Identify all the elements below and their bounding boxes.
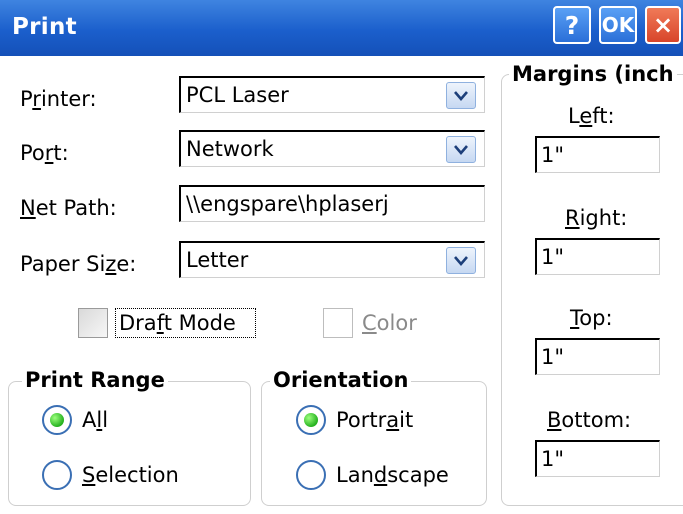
chevron-down-icon xyxy=(454,90,468,101)
margin-left-value: 1" xyxy=(541,143,565,167)
margin-bottom-input[interactable]: 1" xyxy=(535,440,660,477)
orientation-portrait-label[interactable]: Portrait xyxy=(336,408,413,432)
close-button[interactable]: × xyxy=(645,6,681,44)
paper-size-value: Letter xyxy=(186,248,249,272)
chevron-down-icon xyxy=(454,144,468,155)
color-checkbox xyxy=(323,308,353,338)
print-range-selection-label[interactable]: Selection xyxy=(82,463,179,487)
print-range-group xyxy=(8,381,251,506)
margin-left-label: Left: xyxy=(568,104,615,128)
port-dropdown-button[interactable] xyxy=(446,136,476,163)
color-label: Color xyxy=(362,311,417,335)
printer-dropdown-button[interactable] xyxy=(446,82,476,109)
print-range-all-radio[interactable] xyxy=(42,405,72,435)
orientation-portrait-radio[interactable] xyxy=(296,405,326,435)
draft-mode-label[interactable]: Draft Mode xyxy=(119,311,236,335)
margin-bottom-label: Bottom: xyxy=(547,408,632,432)
orientation-group xyxy=(261,381,487,506)
margin-right-input[interactable]: 1" xyxy=(535,238,660,275)
printer-label: Printer: xyxy=(20,87,97,111)
margin-top-value: 1" xyxy=(541,345,565,369)
net-path-value: \\engspare\hplaserj xyxy=(186,192,389,216)
window-title: Print xyxy=(12,14,77,40)
printer-value: PCL Laser xyxy=(186,83,289,107)
margin-bottom-value: 1" xyxy=(541,447,565,471)
draft-mode-checkbox[interactable] xyxy=(78,308,108,338)
title-bar: Print ? OK × xyxy=(0,0,683,56)
margin-right-value: 1" xyxy=(541,245,565,269)
chevron-down-icon xyxy=(454,255,468,266)
margin-top-label: Top: xyxy=(570,306,613,330)
orientation-landscape-label[interactable]: Landscape xyxy=(336,463,449,487)
print-range-selection-radio[interactable] xyxy=(42,460,72,490)
net-path-input[interactable]: \\engspare\hplaserj xyxy=(179,185,485,222)
print-range-title: Print Range xyxy=(22,368,168,392)
port-label: Port: xyxy=(20,141,69,165)
margins-title: Margins (inch xyxy=(509,62,677,86)
margin-left-input[interactable]: 1" xyxy=(535,136,660,173)
margin-right-label: Right: xyxy=(565,206,628,230)
port-select[interactable]: Network xyxy=(179,130,485,167)
orientation-title: Orientation xyxy=(270,368,412,392)
port-value: Network xyxy=(186,137,274,161)
orientation-landscape-radio[interactable] xyxy=(296,460,326,490)
printer-select[interactable]: PCL Laser xyxy=(179,76,485,113)
margin-top-input[interactable]: 1" xyxy=(535,338,660,375)
paper-size-select[interactable]: Letter xyxy=(179,241,485,278)
print-range-all-label[interactable]: All xyxy=(82,408,108,432)
paper-size-dropdown-button[interactable] xyxy=(446,247,476,274)
help-button[interactable]: ? xyxy=(553,6,591,44)
ok-button[interactable]: OK xyxy=(599,6,637,44)
paper-size-label: Paper Size: xyxy=(20,252,137,276)
net-path-label: Net Path: xyxy=(20,196,117,220)
